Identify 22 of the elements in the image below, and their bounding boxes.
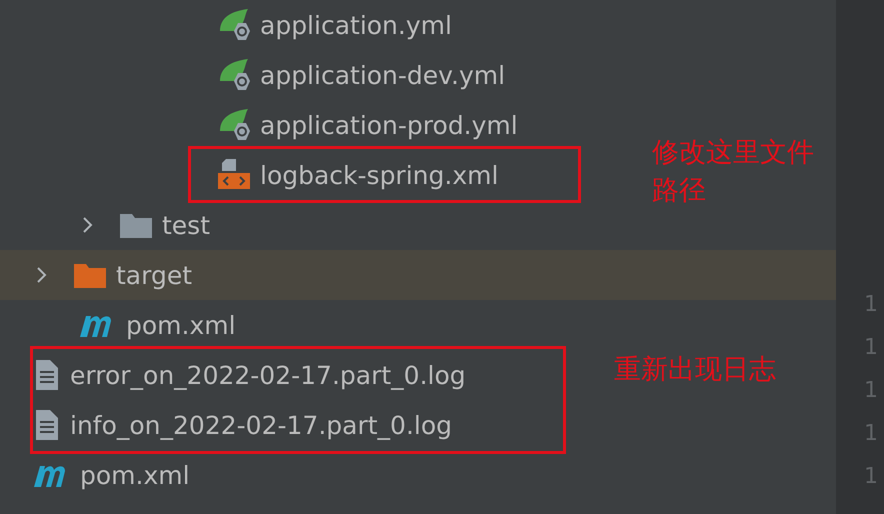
file-name: target xyxy=(116,260,192,290)
file-name: application-dev.yml xyxy=(260,60,506,90)
file-name: application-prod.yml xyxy=(260,110,518,140)
file-name: test xyxy=(162,210,210,240)
tree-item[interactable]: error_on_2022-02-17.part_0.log xyxy=(32,357,466,393)
file-name: application.yml xyxy=(260,10,452,40)
annotation-note: 重新出现日志 xyxy=(614,353,776,387)
file-name: pom.xml xyxy=(80,460,190,490)
tree-item[interactable]: application-dev.yml xyxy=(216,57,506,93)
tree-item[interactable]: target xyxy=(32,257,192,293)
tree-item[interactable]: test xyxy=(78,207,210,243)
annotation-note: 修改这里文件路径 xyxy=(652,136,815,208)
tree-item[interactable]: application.yml xyxy=(216,7,452,43)
file-name: logback-spring.xml xyxy=(260,160,498,190)
tree-item[interactable]: logback-spring.xml xyxy=(216,157,498,193)
file-name: error_on_2022-02-17.part_0.log xyxy=(70,360,466,390)
file-name: info_on_2022-02-17.part_0.log xyxy=(70,410,452,440)
tree-item[interactable]: pom.xml xyxy=(32,457,190,493)
tree-item[interactable]: pom.xml xyxy=(78,307,236,343)
tree-item[interactable]: info_on_2022-02-17.part_0.log xyxy=(32,407,452,443)
tree-item[interactable]: application-prod.yml xyxy=(216,107,518,143)
file-name: pom.xml xyxy=(126,310,236,340)
